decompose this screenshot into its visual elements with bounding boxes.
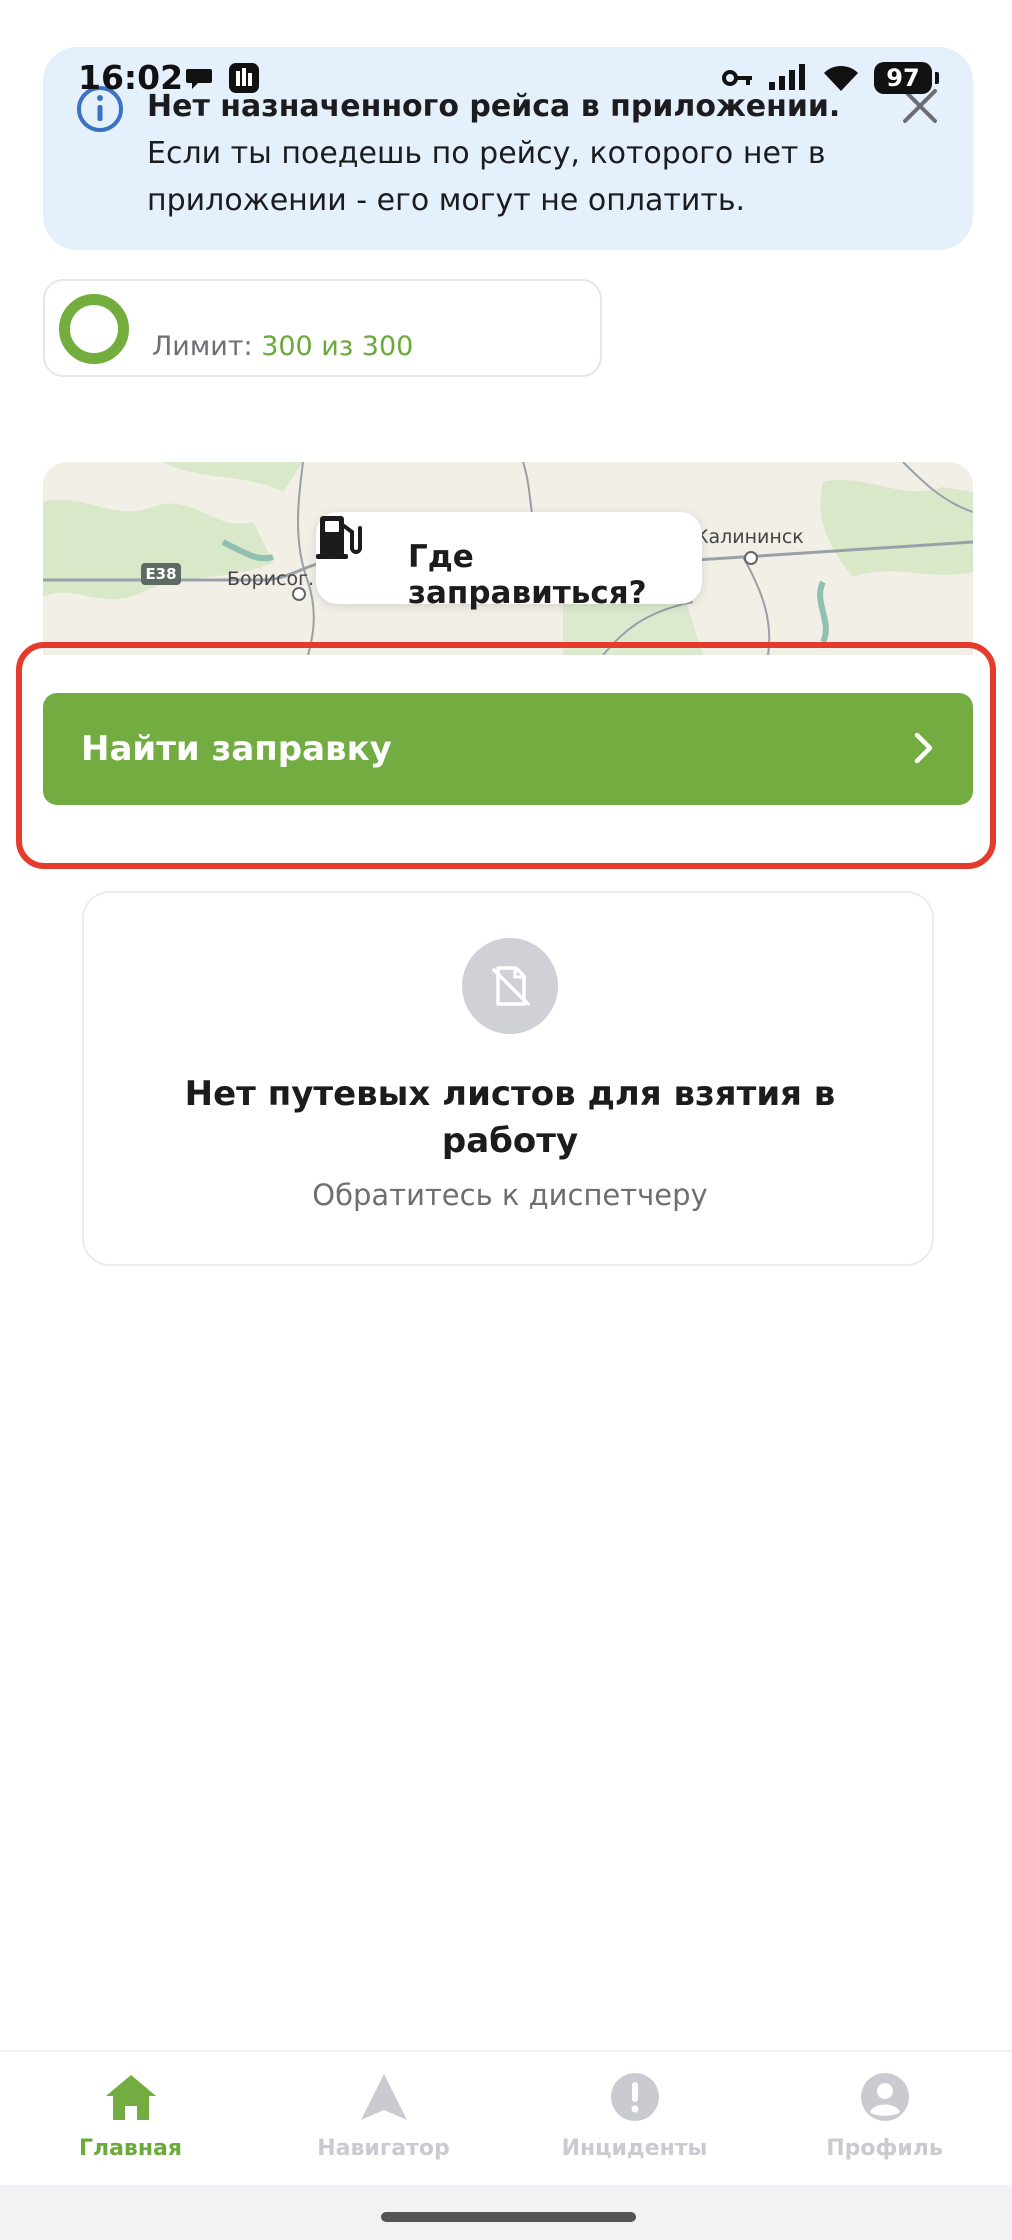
app-notification-icon xyxy=(229,63,259,93)
fuel-limit-card[interactable]: Лимит: 300 из 300 xyxy=(43,279,602,377)
status-left-icons xyxy=(184,62,260,94)
status-right-icons: 97 xyxy=(722,62,939,94)
navigation-arrow-icon xyxy=(361,2074,407,2120)
banner-text: Нет назначенного рейса в приложении. Есл… xyxy=(147,83,877,224)
status-time: 16:02 xyxy=(78,58,184,97)
bottom-navigation: Главная Навигатор Инциденты Профиль xyxy=(0,2050,1012,2185)
empty-waybills-card: Нет путевых листов для взятия в работу О… xyxy=(82,891,934,1266)
empty-state-title: Нет путевых листов для взятия в работу xyxy=(184,1074,836,1161)
map-label-borisoglebsk: Борисог. xyxy=(227,568,315,590)
find-gas-station-button[interactable]: Найти заправку xyxy=(43,693,973,805)
map-preview[interactable]: E38 Борисог. Калининск Где заправиться? xyxy=(43,462,973,655)
nav-label-home: Главная xyxy=(78,2136,183,2161)
system-gesture-area xyxy=(0,2185,1012,2240)
no-document-icon xyxy=(462,938,558,1034)
limit-value: 300 из 300 xyxy=(261,331,414,362)
chat-bubble-icon xyxy=(186,69,212,89)
empty-state-subtitle: Обратитесь к диспетчеру xyxy=(312,1178,708,1212)
nav-item-profile[interactable]: Профиль xyxy=(758,2052,1011,2187)
nav-item-incidents[interactable]: Инциденты xyxy=(508,2052,761,2187)
profile-icon xyxy=(861,2073,909,2121)
banner-body: Если ты поедешь по рейсу, которого нет в… xyxy=(147,136,826,218)
map-label-kalininsk: Калининск xyxy=(695,526,804,548)
road-number-badge: E38 xyxy=(141,563,181,585)
signal-icon xyxy=(769,64,805,90)
where-to-refuel-label: Где заправиться? xyxy=(408,539,647,611)
chevron-right-icon xyxy=(914,732,933,764)
limit-text: Лимит: 300 из 300 xyxy=(152,331,413,362)
nav-label-profile: Профиль xyxy=(826,2136,943,2161)
limit-label: Лимит: xyxy=(152,331,253,362)
gesture-bar[interactable] xyxy=(381,2212,636,2222)
nav-label-navigator: Навигатор xyxy=(317,2136,450,2161)
home-icon xyxy=(106,2075,156,2120)
battery-indicator: 97 xyxy=(874,62,939,94)
nav-label-incidents: Инциденты xyxy=(561,2136,708,2161)
vpn-key-icon xyxy=(722,70,752,86)
alert-icon xyxy=(611,2073,659,2121)
nav-item-navigator[interactable]: Навигатор xyxy=(257,2052,510,2187)
nav-item-home[interactable]: Главная xyxy=(4,2052,257,2187)
fuel-pump-icon xyxy=(316,516,362,559)
where-to-refuel-chip[interactable]: Где заправиться? xyxy=(316,512,702,611)
wifi-icon xyxy=(824,65,858,91)
find-gas-station-label: Найти заправку xyxy=(81,729,392,769)
limit-progress-ring xyxy=(59,294,129,364)
